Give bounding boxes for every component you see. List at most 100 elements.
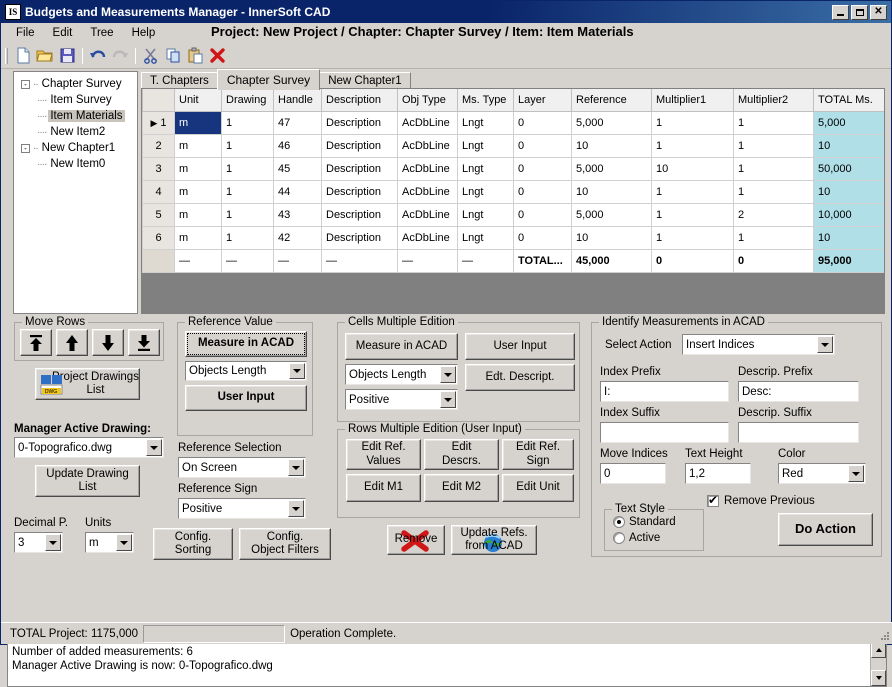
menu-item-edit[interactable]: Edit	[44, 25, 82, 41]
log-panel[interactable]: Number of added measurements: 6 Manager …	[7, 641, 887, 687]
table-row[interactable]: 5 m 1 43 Description AcDbLine Lngt 0 5,0…	[143, 203, 886, 226]
move-down-button[interactable]	[92, 329, 124, 356]
tree-node-item-materials[interactable]: ···· Item Materials	[17, 108, 134, 124]
cell-total-ms[interactable]: 50,000	[814, 157, 886, 180]
cell-total-ms[interactable]: 10,000	[814, 203, 886, 226]
edt-descript-button[interactable]: Edt. Descript.	[465, 364, 575, 391]
chevron-down-icon[interactable]	[848, 465, 864, 482]
cell-handle[interactable]: 46	[274, 134, 322, 157]
table-row[interactable]: ▶ 1 m 1 47 Description AcDbLine Lngt 0 5…	[143, 111, 886, 134]
move-top-button[interactable]	[20, 329, 52, 356]
table-row[interactable]: 4 m 1 44 Description AcDbLine Lngt 0 10 …	[143, 180, 886, 203]
col-header-multiplier2[interactable]: Multiplier2	[734, 89, 814, 111]
cell-layer[interactable]: 0	[514, 226, 572, 249]
cell-reference[interactable]: 5,000	[572, 203, 652, 226]
cell-obj-type[interactable]: AcDbLine	[398, 203, 458, 226]
chevron-down-icon[interactable]	[45, 534, 61, 551]
cells-objects-length-combo[interactable]: Objects Length	[345, 364, 458, 385]
edit-ref-sign-button[interactable]: Edit Ref. Sign	[502, 439, 574, 470]
cell-multiplier2[interactable]: 1	[734, 226, 814, 249]
reference-selection-combo[interactable]: On Screen	[178, 457, 306, 478]
row-header[interactable]: 3	[143, 157, 175, 180]
tab-chapter-survey[interactable]: Chapter Survey	[217, 69, 320, 90]
select-action-combo[interactable]: Insert Indices	[682, 334, 835, 355]
descrip-suffix-input[interactable]	[738, 422, 859, 443]
chevron-down-icon[interactable]	[289, 363, 305, 379]
cell-multiplier2[interactable]: 1	[734, 157, 814, 180]
cell-drawing[interactable]: 1	[222, 111, 274, 134]
cell-multiplier2[interactable]: 1	[734, 180, 814, 203]
toolbar-grip[interactable]	[5, 48, 8, 64]
move-up-button[interactable]	[56, 329, 88, 356]
row-header[interactable]: 2	[143, 134, 175, 157]
cell-drawing[interactable]: 1	[222, 180, 274, 203]
cell-drawing[interactable]: 1	[222, 157, 274, 180]
measure-in-acad-button[interactable]: Measure in ACAD	[185, 331, 307, 357]
col-header-obj-type[interactable]: Obj Type	[398, 89, 458, 111]
cell-obj-type[interactable]: AcDbLine	[398, 134, 458, 157]
tree-node-new-item2[interactable]: ···· New Item2	[17, 124, 134, 140]
text-height-input[interactable]: 1,2	[685, 463, 751, 484]
col-header-reference[interactable]: Reference	[572, 89, 652, 111]
index-prefix-input[interactable]: I:	[600, 381, 729, 402]
tree-node-chapter-survey[interactable]: -·· Chapter Survey	[17, 76, 134, 92]
log-scrollbar[interactable]	[870, 642, 886, 686]
cell-layer[interactable]: 0	[514, 157, 572, 180]
cell-drawing[interactable]: 1	[222, 226, 274, 249]
move-indices-input[interactable]: 0	[600, 463, 666, 484]
cell-total-ms[interactable]: 10	[814, 180, 886, 203]
cell-unit[interactable]: m	[175, 226, 222, 249]
chevron-down-icon[interactable]	[440, 366, 456, 383]
cell-multiplier2[interactable]: 2	[734, 203, 814, 226]
cell-total-ms[interactable]: 5,000	[814, 111, 886, 134]
decimal-places-combo[interactable]: 3	[14, 532, 63, 553]
new-document-icon[interactable]	[12, 45, 34, 67]
open-folder-icon[interactable]	[34, 45, 56, 67]
chevron-down-icon[interactable]	[288, 459, 304, 476]
cell-unit[interactable]: m	[175, 134, 222, 157]
cell-reference[interactable]: 5,000	[572, 157, 652, 180]
maximize-button[interactable]	[851, 5, 868, 20]
menu-item-help[interactable]: Help	[123, 25, 165, 41]
move-bottom-button[interactable]	[128, 329, 160, 356]
minimize-button[interactable]	[832, 5, 849, 20]
cell-ms-type[interactable]: Lngt	[458, 180, 514, 203]
save-disk-icon[interactable]	[56, 45, 78, 67]
remove-previous-checkbox[interactable]: Remove Previous	[707, 495, 815, 507]
edit-unit-button[interactable]: Edit Unit	[502, 474, 574, 502]
col-header-drawing[interactable]: Drawing	[222, 89, 274, 111]
cell-reference[interactable]: 10	[572, 134, 652, 157]
cell-handle[interactable]: 44	[274, 180, 322, 203]
row-header[interactable]: ▶ 1	[143, 111, 175, 134]
col-header-multiplier1[interactable]: Multiplier1	[652, 89, 734, 111]
col-header-handle[interactable]: Handle	[274, 89, 322, 111]
cell-unit[interactable]: m	[175, 203, 222, 226]
user-input-button[interactable]: User Input	[185, 385, 307, 411]
cell-ms-type[interactable]: Lngt	[458, 226, 514, 249]
objects-length-combo[interactable]: Objects Length	[185, 361, 307, 381]
tree-expander-icon[interactable]: -	[21, 144, 30, 153]
col-header-ms-type[interactable]: Ms. Type	[458, 89, 514, 111]
tree-expander-icon[interactable]: -	[21, 80, 30, 89]
text-style-active-radio[interactable]: Active	[613, 532, 660, 544]
edit-ref-values-button[interactable]: Edit Ref. Values	[346, 439, 421, 470]
measurements-grid[interactable]: Unit Drawing Handle Description Obj Type…	[141, 88, 885, 314]
menu-item-file[interactable]: File	[7, 25, 44, 41]
cells-measure-in-acad-button[interactable]: Measure in ACAD	[345, 333, 458, 360]
cell-description[interactable]: Description	[322, 203, 398, 226]
cell-drawing[interactable]: 1	[222, 203, 274, 226]
chevron-down-icon[interactable]	[146, 439, 162, 456]
table-row[interactable]: 6 m 1 42 Description AcDbLine Lngt 0 10 …	[143, 226, 886, 249]
cell-reference[interactable]: 10	[572, 226, 652, 249]
scroll-up-button[interactable]	[871, 642, 886, 658]
cell-multiplier2[interactable]: 1	[734, 134, 814, 157]
tree-node-new-chapter1[interactable]: -·· New Chapter1	[17, 140, 134, 156]
color-combo[interactable]: Red	[778, 463, 866, 484]
cell-description[interactable]: Description	[322, 134, 398, 157]
project-drawings-list-button[interactable]: DWG Project Drawings List	[35, 368, 140, 400]
tree-node-item-survey[interactable]: ···· Item Survey	[17, 92, 134, 108]
undo-icon[interactable]	[87, 45, 109, 67]
col-header-rownum[interactable]	[143, 89, 175, 111]
cell-layer[interactable]: 0	[514, 203, 572, 226]
delete-x-icon[interactable]	[206, 45, 228, 67]
